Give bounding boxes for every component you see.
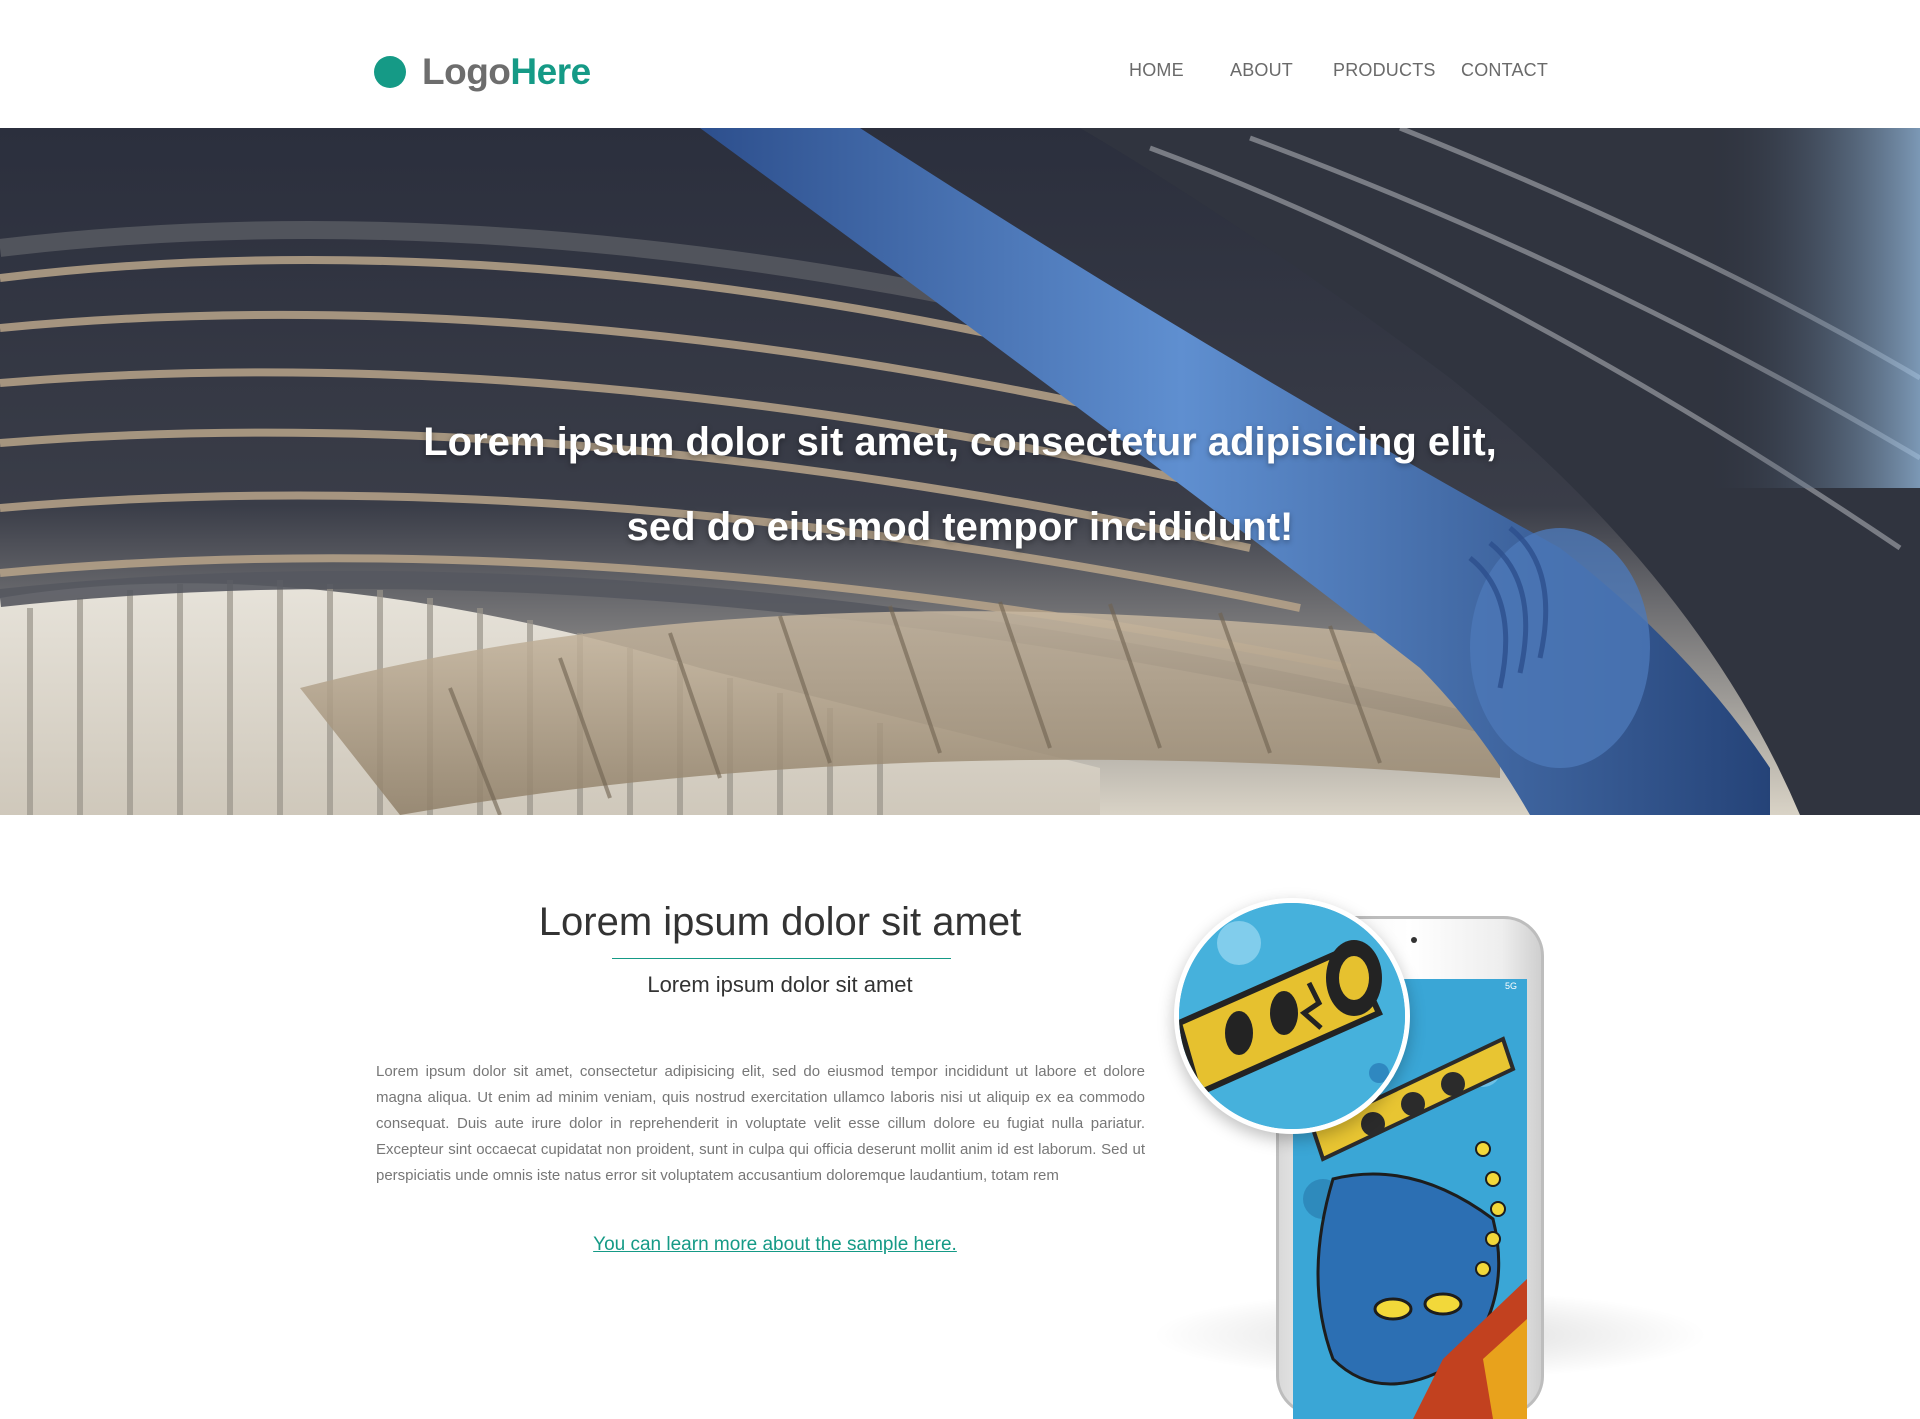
hero-line-2: sed do eiusmod tempor incididunt! <box>626 505 1294 549</box>
site-header: LogoHere HOME ABOUT PRODUCTS CONTACT <box>0 0 1920 128</box>
phone-status-text: 5G <box>1504 981 1517 991</box>
nav-item-about[interactable]: ABOUT <box>1230 60 1293 81</box>
nav-item-contact[interactable]: CONTACT <box>1461 60 1548 81</box>
title-divider <box>612 958 951 959</box>
graffiti-detail-image <box>1179 903 1405 1129</box>
learn-more-link[interactable]: You can learn more about the sample here… <box>480 1234 1070 1256</box>
hero-bridge-image <box>0 128 1920 815</box>
hero-line-1: Lorem ipsum dolor sit amet, consectetur … <box>423 420 1497 464</box>
nav-item-products[interactable]: PRODUCTS <box>1333 60 1436 81</box>
zoom-detail-circle <box>1174 898 1410 1134</box>
phone-camera-icon <box>1411 937 1417 943</box>
body-paragraph: Lorem ipsum dolor sit amet, consectetur … <box>376 1063 1145 1184</box>
main-nav: HOME ABOUT PRODUCTS CONTACT <box>0 60 1920 86</box>
nav-item-home[interactable]: HOME <box>1129 60 1184 81</box>
section-title: Lorem ipsum dolor sit amet <box>538 900 1022 944</box>
section-subtitle: Lorem ipsum dolor sit amet <box>647 972 913 997</box>
hero-banner: Lorem ipsum dolor sit amet, consectetur … <box>0 128 1920 815</box>
